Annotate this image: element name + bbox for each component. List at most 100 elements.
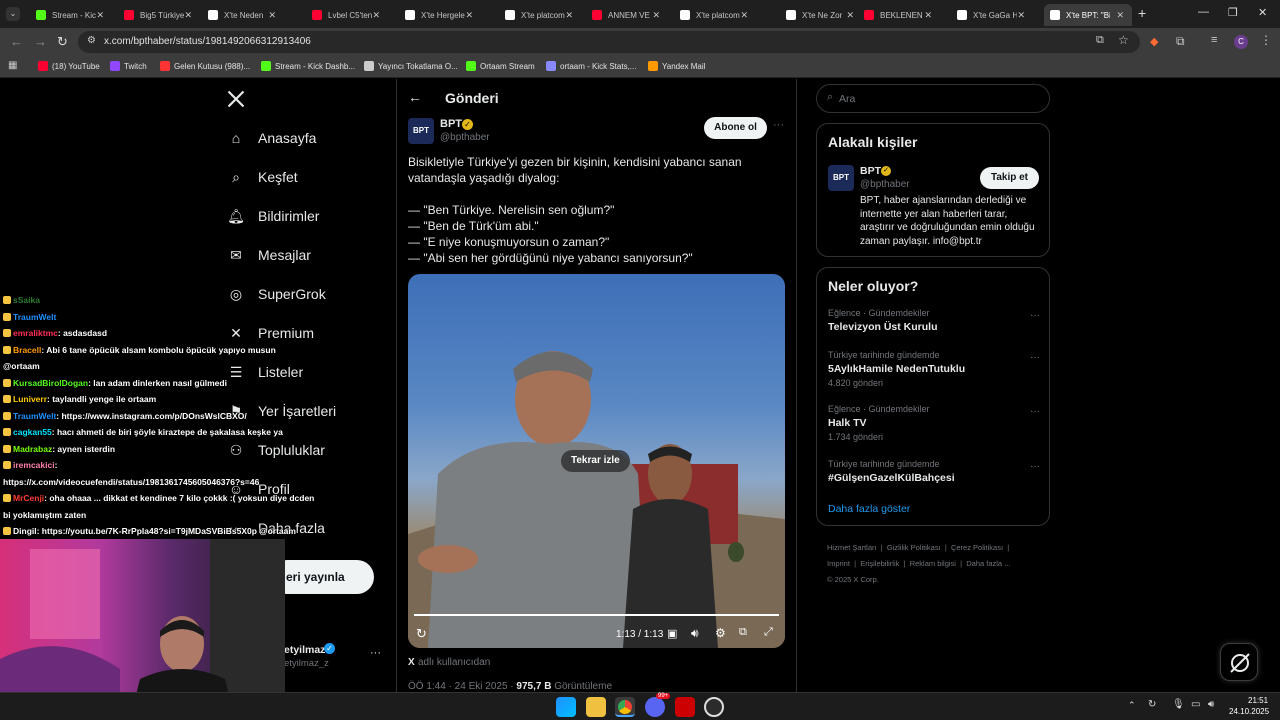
footer-link[interactable]: Hizmet Şartları [827, 543, 877, 552]
footer-link[interactable]: Gizlilik Politikası [887, 543, 941, 552]
nav-item[interactable]: ◎ SuperGrok [226, 284, 326, 304]
browser-tab[interactable]: X'te platcom ✕ [674, 4, 756, 26]
account-more-icon[interactable]: ··· [370, 647, 381, 659]
apps-grid-icon[interactable]: ▦ [8, 60, 17, 71]
footer-link[interactable]: Erişilebilirlik [860, 559, 899, 568]
tab-close-icon[interactable]: ✕ [1116, 10, 1124, 21]
extension-fox-icon[interactable]: ◆ [1150, 35, 1158, 48]
minimize-icon[interactable]: — [1198, 6, 1209, 18]
bookmark-star-icon[interactable]: ☆ [1118, 33, 1129, 47]
trend-item[interactable]: Eğlence · Gündemdekiler Televizyon Üst Ku… [828, 308, 1040, 333]
settings-icon[interactable]: ⚙ [715, 626, 726, 640]
footer-link[interactable]: Imprint [827, 559, 850, 568]
bookmark-item[interactable]: (18) YouTube [38, 61, 100, 71]
grok-floating-button[interactable] [1220, 643, 1258, 681]
related-avatar[interactable]: BPT [828, 165, 854, 191]
close-window-icon[interactable]: ✕ [1258, 6, 1267, 19]
bookmark-item[interactable]: Yayıncı Tokatlama O... [364, 61, 458, 71]
address-bar[interactable]: ⚙ x.com/bpthaber/status/1981492066312913… [78, 31, 1140, 53]
back-arrow-icon[interactable]: ← [408, 89, 422, 105]
bookmark-item[interactable]: Stream - Kick Dashb... [261, 61, 355, 71]
site-info-icon[interactable]: ⚙ [87, 35, 96, 46]
tab-close-icon[interactable]: ✕ [184, 10, 192, 21]
author-handle[interactable]: @bpthaber [440, 132, 490, 143]
trend-more-icon[interactable]: ··· [1030, 406, 1040, 417]
nav-item[interactable]: ⚇ Topluluklar [226, 440, 325, 460]
nav-item[interactable]: ⌂ Anasayfa [226, 128, 317, 148]
tab-close-icon[interactable]: ✕ [1017, 10, 1025, 21]
account-switcher[interactable]: etyilmaz ✓ etyilmaz_z ··· [284, 641, 394, 671]
browser-menu-icon[interactable]: ⋮ [1260, 33, 1272, 47]
obs-icon[interactable] [704, 697, 724, 717]
browser-tab[interactable]: Lvbel C5'ten ✕ [306, 4, 388, 26]
tab-close-icon[interactable]: ✕ [565, 10, 573, 21]
browser-tab[interactable]: BEKLENEN D✕ [858, 4, 940, 26]
file-explorer-icon[interactable] [586, 697, 606, 717]
browser-tab[interactable]: X'te Neden ✕ [202, 4, 284, 26]
red-app-icon[interactable] [675, 697, 695, 717]
browser-tab[interactable]: X'te Ne Zor ✕ [780, 4, 862, 26]
tab-close-icon[interactable]: ✕ [846, 10, 854, 21]
tab-close-icon[interactable]: ✕ [372, 10, 380, 21]
nav-item[interactable]: ⌕ Keşfet [226, 167, 298, 187]
replay-label[interactable]: Tekrar izle [561, 450, 630, 472]
back-icon[interactable]: ← [10, 34, 23, 49]
browser-tab[interactable]: X'te BPT: "Bi ✕ [1044, 4, 1132, 26]
trend-item[interactable]: Eğlence · Gündemdekiler Halk TV 1.734 gönd… [828, 404, 1040, 442]
picture-in-picture-icon[interactable]: ⧉ [739, 626, 747, 639]
clock-time[interactable]: 21:51 [1248, 696, 1268, 705]
trend-more-icon[interactable]: ··· [1030, 310, 1040, 321]
browser-tab[interactable]: X'te Hergele ✕ [399, 4, 481, 26]
captions-icon[interactable]: ▣ [667, 627, 677, 640]
clock-date[interactable]: 24.10.2025 [1229, 707, 1269, 716]
author-name[interactable]: BPT [440, 118, 462, 130]
tab-close-icon[interactable]: ✕ [740, 10, 748, 21]
trend-more-icon[interactable]: ··· [1030, 461, 1040, 472]
tab-close-icon[interactable]: ✕ [652, 10, 660, 21]
video-progress-track[interactable] [414, 614, 779, 616]
footer-link[interactable]: Daha fazla ... [966, 559, 1010, 568]
trend-item[interactable]: Türkiye tarihinde gündemde #GülşenGazelKü… [828, 459, 1040, 484]
nav-item[interactable]: ☰ Listeler [226, 362, 303, 382]
bookmark-item[interactable]: Gelen Kutusu (988)... [160, 61, 250, 71]
profile-avatar[interactable]: C [1234, 35, 1248, 49]
tab-search-button[interactable]: ⌄ [6, 7, 20, 21]
browser-tab[interactable]: Stream - Kick ✕ [30, 4, 112, 26]
bookmark-item[interactable]: Yandex Mail [648, 61, 705, 71]
replay-icon[interactable]: ↻ [416, 626, 427, 642]
tab-close-icon[interactable]: ✕ [924, 10, 932, 21]
chrome-taskbar-icon[interactable] [615, 697, 635, 717]
tray-sync-icon[interactable]: ↻ [1148, 699, 1156, 710]
install-app-icon[interactable]: ⧉ [1096, 34, 1104, 47]
show-more-link[interactable]: Daha fazla göster [828, 503, 910, 515]
tab-close-icon[interactable]: ✕ [96, 10, 104, 21]
tab-close-icon[interactable]: ✕ [465, 10, 473, 21]
follow-button[interactable]: Takip et [980, 167, 1039, 189]
footer-link[interactable]: Reklam bilgisi [910, 559, 956, 568]
bookmark-item[interactable]: Twitch [110, 61, 147, 71]
author-avatar[interactable]: BPT [408, 118, 434, 144]
x-logo-icon[interactable] [226, 89, 246, 109]
browser-tab[interactable]: X'te GaGa H ✕ [951, 4, 1033, 26]
tray-mic-icon[interactable]: 🎙︎ [1172, 699, 1185, 710]
nav-item[interactable]: ✉ Mesajlar [226, 245, 311, 265]
post-more-icon[interactable]: ··· [773, 119, 784, 131]
search-box[interactable]: ⌕ Ara [816, 84, 1050, 113]
trend-more-icon[interactable]: ··· [1030, 352, 1040, 363]
bookmark-item[interactable]: ortaam - Kick Stats,... [546, 61, 636, 71]
nav-item[interactable]: ✕ Premium [226, 323, 314, 343]
related-name[interactable]: BPT [860, 165, 881, 177]
forward-icon[interactable]: → [34, 34, 47, 49]
footer-link[interactable]: Çerez Politikası [951, 543, 1003, 552]
volume-icon[interactable]: 🔊︎ [691, 626, 699, 641]
extensions-icon[interactable]: ⧉ [1176, 34, 1185, 49]
bookmark-item[interactable]: Ortaam Stream [466, 61, 535, 71]
browser-tab[interactable]: ANNEM VE ✕ [586, 4, 668, 26]
post-button[interactable]: eri yayınla [270, 560, 374, 594]
subscribe-button[interactable]: Abone ol [704, 117, 767, 139]
new-tab-button[interactable]: + [1138, 5, 1146, 21]
source-text[interactable]: adlı kullanıcıdan [418, 657, 490, 668]
fullscreen-icon[interactable]: ⤢ [764, 626, 773, 639]
trend-item[interactable]: Türkiye tarihinde gündemde 5AylıkHamile N… [828, 350, 1040, 388]
nav-item[interactable]: 🔔︎ Bildirimler [226, 206, 319, 226]
